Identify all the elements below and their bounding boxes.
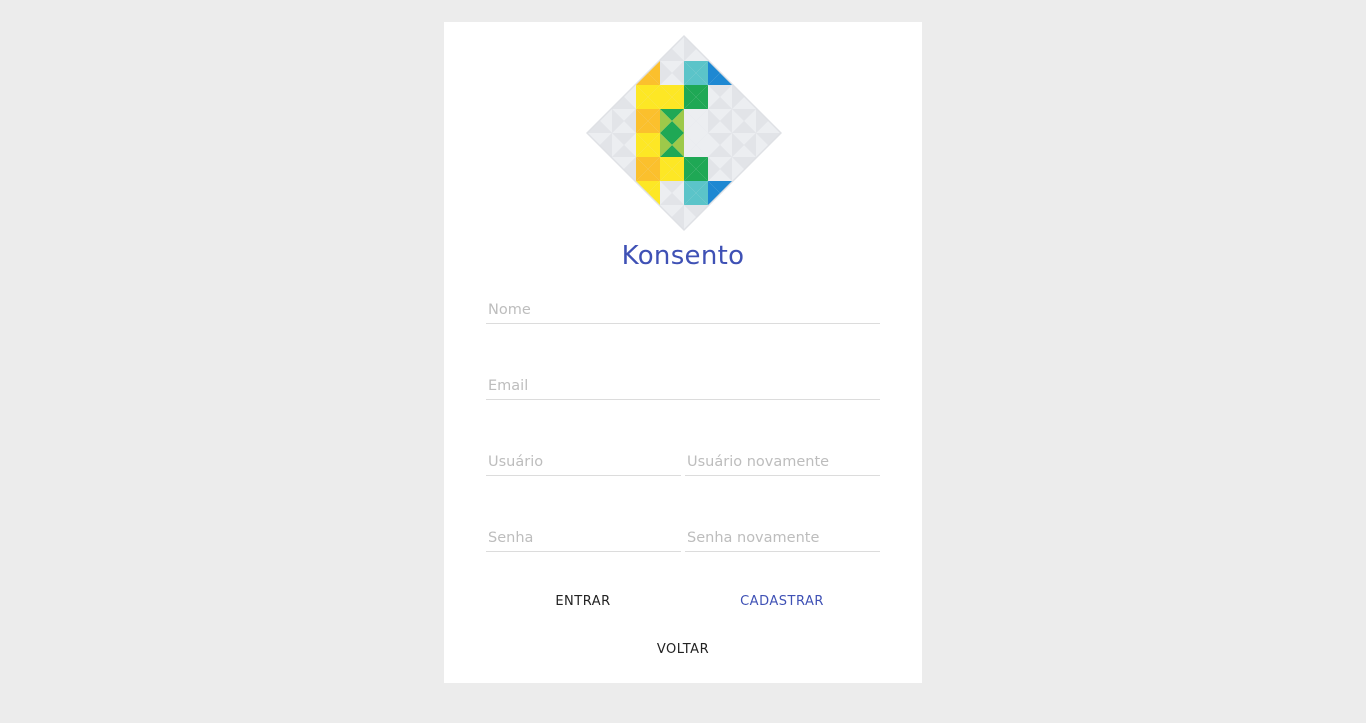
password-confirm-input[interactable] <box>685 525 880 551</box>
email-field[interactable] <box>486 369 880 400</box>
name-input[interactable] <box>486 297 880 323</box>
username-confirm-field[interactable] <box>685 445 880 476</box>
username-input[interactable] <box>486 449 681 475</box>
username-confirm-input[interactable] <box>685 449 880 475</box>
login-button[interactable]: ENTRAR <box>533 591 633 611</box>
password-input[interactable] <box>486 525 681 551</box>
logo-graphic <box>586 35 782 231</box>
register-button[interactable]: CADASTRAR <box>727 591 837 611</box>
back-button[interactable]: VOLTAR <box>633 639 733 659</box>
password-confirm-field[interactable] <box>685 521 880 552</box>
signup-card: Konsento ENTRAR CADASTRAR VOLTAR <box>444 22 922 683</box>
konsento-logo-icon <box>585 33 783 233</box>
username-field[interactable] <box>486 445 681 476</box>
password-field[interactable] <box>486 521 681 552</box>
name-field[interactable] <box>486 293 880 324</box>
brand-title: Konsento <box>621 241 745 271</box>
email-input[interactable] <box>486 373 880 399</box>
